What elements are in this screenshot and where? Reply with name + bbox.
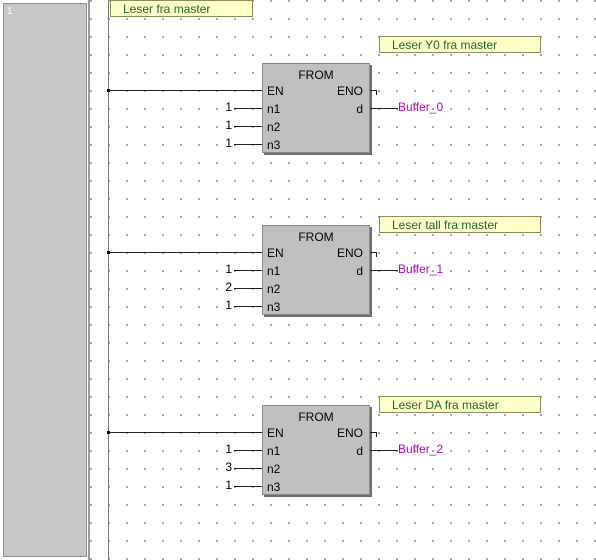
n3-pin-label: n3 — [267, 138, 281, 152]
n2-wire — [234, 126, 263, 127]
n1-pin-label: n1 — [267, 264, 281, 278]
n2-constant[interactable]: 1 — [220, 118, 232, 132]
d-pin-label: d — [356, 444, 363, 458]
en-wire — [109, 90, 263, 91]
n3-pin-label: n3 — [267, 480, 281, 494]
en-pin-label: EN — [267, 426, 284, 440]
d-pin-label: d — [356, 264, 363, 278]
en-wire — [109, 432, 263, 433]
function-name: FROM — [298, 410, 334, 424]
eno-stub — [370, 90, 377, 95]
n3-pin-label: n3 — [267, 300, 281, 314]
eno-stub — [370, 432, 377, 437]
n3-constant[interactable]: 1 — [220, 298, 232, 312]
n2-pin-label: n2 — [267, 462, 281, 476]
n2-pin-label: n2 — [267, 120, 281, 134]
left-power-rail-edge — [88, 0, 90, 560]
d-wire — [370, 108, 398, 109]
n1-constant[interactable]: 1 — [220, 100, 232, 114]
d-wire — [370, 450, 398, 451]
n3-constant[interactable]: 1 — [220, 478, 232, 492]
from-function-block[interactable]: FROM EN ENO n1 d n2 n3 — [262, 405, 370, 495]
n2-wire — [234, 288, 263, 289]
en-pin-label: EN — [267, 84, 284, 98]
output-variable[interactable]: Buffer_1 — [398, 262, 443, 276]
n1-constant[interactable]: 1 — [220, 442, 232, 456]
n2-pin-label: n2 — [267, 282, 281, 296]
n3-wire — [234, 306, 263, 307]
from-function-block[interactable]: FROM EN ENO n1 d n2 n3 — [262, 63, 370, 153]
block-comment[interactable]: Leser tall fra master — [379, 216, 541, 233]
ladder-editor: 1 Leser fra master Leser Y0 fra master 1… — [0, 0, 596, 560]
rung-number-gutter[interactable]: 1 — [3, 3, 87, 557]
output-variable[interactable]: Buffer_2 — [398, 442, 443, 456]
n3-wire — [234, 144, 263, 145]
block-comment[interactable]: Leser Y0 fra master — [379, 36, 541, 53]
n2-constant[interactable]: 3 — [220, 460, 232, 474]
n1-pin-label: n1 — [267, 444, 281, 458]
en-pin-label: EN — [267, 246, 284, 260]
rung-number: 1 — [7, 6, 13, 17]
eno-stub — [370, 252, 377, 257]
eno-pin-label: ENO — [336, 84, 363, 98]
block-comment[interactable]: Leser DA fra master — [379, 396, 541, 413]
n1-wire — [234, 450, 263, 451]
n1-pin-label: n1 — [267, 102, 281, 116]
output-variable[interactable]: Buffer_0 — [398, 100, 443, 114]
n1-constant[interactable]: 1 — [220, 262, 232, 276]
eno-pin-label: ENO — [336, 246, 363, 260]
n1-wire — [234, 270, 263, 271]
n3-constant[interactable]: 1 — [220, 136, 232, 150]
n1-wire — [234, 108, 263, 109]
function-name: FROM — [298, 68, 334, 82]
function-name: FROM — [298, 230, 334, 244]
eno-pin-label: ENO — [336, 426, 363, 440]
en-wire — [109, 252, 263, 253]
n2-constant[interactable]: 2 — [220, 280, 232, 294]
from-function-block[interactable]: FROM EN ENO n1 d n2 n3 — [262, 225, 370, 315]
d-pin-label: d — [356, 102, 363, 116]
n3-wire — [234, 486, 263, 487]
n2-wire — [234, 468, 263, 469]
left-power-rail — [108, 0, 109, 560]
d-wire — [370, 270, 398, 271]
header-comment[interactable]: Leser fra master — [110, 0, 253, 17]
